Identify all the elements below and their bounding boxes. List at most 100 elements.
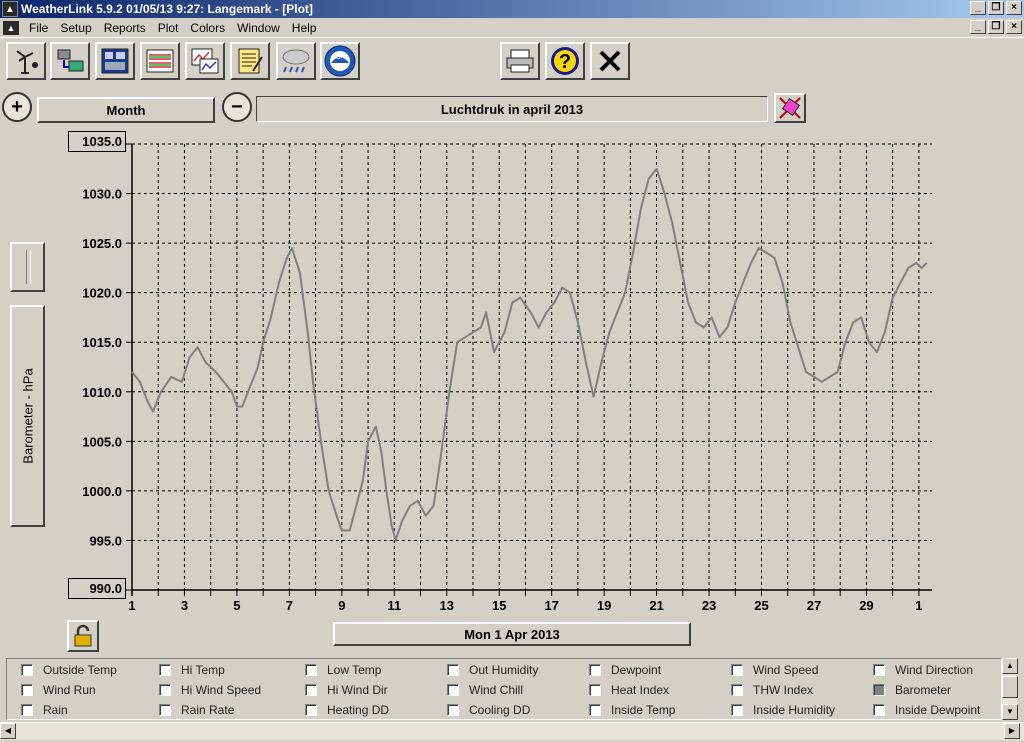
series-lines: [131, 167, 928, 542]
document-icon[interactable]: ▲: [3, 20, 19, 35]
checkbox-label: THW Index: [753, 683, 814, 697]
y-tick-label: 1030.0: [82, 187, 122, 202]
checkbox[interactable]: [159, 704, 171, 716]
scroll-up-icon[interactable]: ▲: [1002, 658, 1018, 674]
checkbox[interactable]: [305, 664, 317, 676]
series-line-barometer: [131, 167, 928, 542]
lock-button[interactable]: [67, 620, 99, 652]
channel-checkbox-item[interactable]: Rain Rate: [159, 703, 234, 717]
checkbox[interactable]: [447, 704, 459, 716]
x-tick-label: 17: [544, 598, 558, 613]
help-button[interactable]: ?: [545, 42, 585, 80]
noaa-icon: NOAA: [324, 45, 356, 77]
checkbox[interactable]: [305, 704, 317, 716]
channel-checkbox-item[interactable]: Dewpoint: [589, 663, 661, 677]
checkbox[interactable]: [589, 664, 601, 676]
checkbox[interactable]: [159, 664, 171, 676]
checkbox[interactable]: [731, 704, 743, 716]
channel-checkbox-item[interactable]: Out Humidity: [447, 663, 538, 677]
close-window-button[interactable]: ×: [1006, 1, 1022, 15]
menu-help[interactable]: Help: [286, 21, 323, 35]
bulletin-button[interactable]: [95, 42, 135, 80]
padlock-icon: [74, 624, 92, 647]
channel-checkbox-item[interactable]: Barometer: [873, 683, 951, 697]
x-tick-label: 1: [128, 598, 135, 613]
checkbox[interactable]: [589, 684, 601, 696]
checkbox[interactable]: [873, 684, 885, 696]
channel-checkbox-item[interactable]: Cooling DD: [447, 703, 530, 717]
channel-checkbox-item[interactable]: Outside Temp: [21, 663, 117, 677]
doc-restore-button[interactable]: ❐: [988, 20, 1004, 34]
checkbox[interactable]: [873, 704, 885, 716]
channel-checkbox-item[interactable]: Rain: [21, 703, 68, 717]
scroll-left-icon[interactable]: ◀: [0, 723, 16, 739]
scroll-down-icon[interactable]: ▼: [1002, 704, 1018, 720]
channel-checkbox-item[interactable]: Hi Wind Speed: [159, 683, 261, 697]
legend-scrollbar[interactable]: ▲ ▼: [1002, 658, 1018, 720]
exit-button[interactable]: [590, 42, 630, 80]
noaa-button[interactable]: NOAA: [320, 42, 360, 80]
zoom-out-button[interactable]: −: [222, 92, 252, 122]
checkbox-label: Hi Wind Speed: [181, 683, 262, 697]
channel-checkbox-item[interactable]: Wind Run: [21, 683, 96, 697]
channel-checkbox-item[interactable]: Low Temp: [305, 663, 381, 677]
checkbox-label: Inside Temp: [611, 703, 676, 717]
checkbox-label: Wind Speed: [753, 663, 819, 677]
minimize-button[interactable]: _: [970, 1, 986, 15]
app-icon[interactable]: ▲: [2, 1, 18, 17]
menu-plot[interactable]: Plot: [152, 21, 185, 35]
checkbox[interactable]: [447, 664, 459, 676]
channel-checkbox-item[interactable]: Hi Wind Dir: [305, 683, 388, 697]
station-button[interactable]: [6, 42, 46, 80]
checkbox[interactable]: [589, 704, 601, 716]
channel-checkbox-item[interactable]: THW Index: [731, 683, 813, 697]
checkbox-label: Wind Run: [43, 683, 96, 697]
channel-checkbox-item[interactable]: Inside Temp: [589, 703, 675, 717]
summary-button[interactable]: [140, 42, 180, 80]
notes-button[interactable]: [230, 42, 270, 80]
plot-title-field[interactable]: Luchtdruk in april 2013: [256, 96, 768, 122]
x-tick-label: 21: [649, 598, 663, 613]
channel-checkbox-item[interactable]: Hi Temp: [159, 663, 225, 677]
doc-minimize-button[interactable]: _: [970, 20, 986, 34]
checkbox[interactable]: [21, 684, 33, 696]
horizontal-scrollbar[interactable]: ◀ ▶: [0, 722, 1024, 740]
channel-checkbox-item[interactable]: Inside Humidity: [731, 703, 835, 717]
channel-checkbox-item[interactable]: Heating DD: [305, 703, 389, 717]
checkbox[interactable]: [447, 684, 459, 696]
plot-button[interactable]: [185, 42, 225, 80]
menu-setup[interactable]: Setup: [54, 21, 97, 35]
checkbox-label: Low Temp: [327, 663, 382, 677]
checkbox[interactable]: [731, 684, 743, 696]
checkbox[interactable]: [731, 664, 743, 676]
checkbox[interactable]: [305, 684, 317, 696]
scroll-right-icon[interactable]: ▶: [1004, 723, 1020, 739]
checkbox[interactable]: [159, 684, 171, 696]
checkbox[interactable]: [21, 664, 33, 676]
weather-button[interactable]: [276, 42, 316, 80]
menu-colors[interactable]: Colors: [184, 21, 231, 35]
zoom-in-icon: +: [11, 96, 23, 118]
channel-checkbox-item[interactable]: Heat Index: [589, 683, 669, 697]
zoom-in-button[interactable]: +: [2, 92, 32, 122]
download-button[interactable]: [50, 42, 90, 80]
channel-checkbox-item[interactable]: Wind Speed: [731, 663, 818, 677]
channel-checkbox-item[interactable]: Wind Chill: [447, 683, 523, 697]
channel-checkbox-item[interactable]: Wind Direction: [873, 663, 973, 677]
menu-window[interactable]: Window: [231, 21, 286, 35]
period-button[interactable]: Month: [37, 97, 215, 123]
x-tick-label: 7: [286, 598, 293, 613]
channel-checkbox-item[interactable]: Inside Dewpoint: [873, 703, 980, 717]
download-icon: [57, 49, 84, 72]
menu-file[interactable]: File: [23, 21, 54, 35]
doc-close-button[interactable]: ×: [1006, 20, 1022, 34]
scroll-thumb[interactable]: [1002, 676, 1018, 698]
station-icon: [16, 50, 38, 74]
checkbox[interactable]: [873, 664, 885, 676]
print-button[interactable]: [500, 42, 540, 80]
eraser-button[interactable]: [774, 93, 806, 123]
checkbox[interactable]: [21, 704, 33, 716]
menu-reports[interactable]: Reports: [98, 21, 152, 35]
restore-button[interactable]: ❐: [988, 1, 1004, 15]
date-button[interactable]: Mon 1 Apr 2013: [333, 622, 691, 646]
